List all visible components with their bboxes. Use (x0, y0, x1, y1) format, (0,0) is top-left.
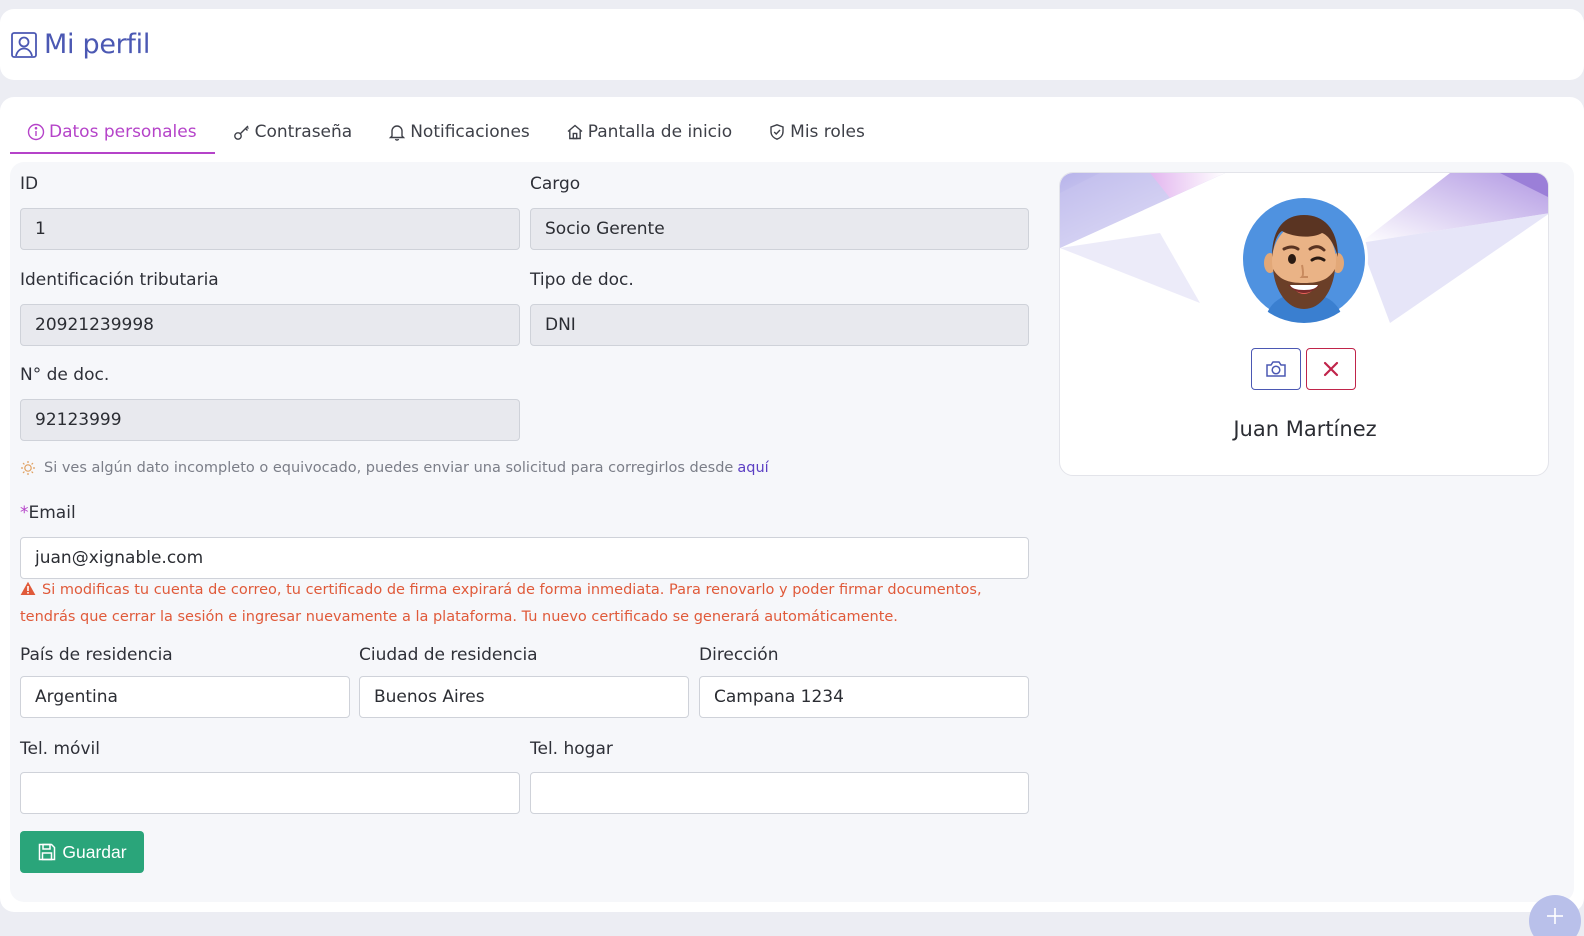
country-label: País de residencia (20, 645, 173, 665)
country-input[interactable] (20, 676, 350, 718)
address-label: Dirección (699, 645, 779, 665)
doc-type-field: DNI (530, 304, 1029, 346)
id-label: ID (20, 174, 39, 194)
doc-type-label: Tipo de doc. (530, 270, 634, 290)
doc-number-field: 92123999 (20, 399, 520, 441)
profile-name: Juan Martínez (1233, 417, 1377, 441)
hint-text: Si ves algún dato incompleto o equivocad… (44, 460, 734, 476)
warning-triangle-icon (20, 580, 36, 605)
mobile-input[interactable] (20, 772, 520, 814)
tab-label: Notificaciones (410, 121, 530, 142)
email-label-text: Email (28, 503, 76, 523)
tab-datos-personales[interactable]: Datos personales (10, 111, 215, 154)
profile-main-card: Datos personales Contraseña Notificacion… (0, 97, 1584, 912)
city-label: Ciudad de residencia (359, 645, 538, 665)
user-square-icon (10, 31, 38, 59)
shield-check-icon (768, 123, 786, 141)
home-phone-input[interactable] (530, 772, 1029, 814)
email-label: *Email (20, 503, 76, 523)
home-icon (566, 123, 584, 141)
floppy-disk-icon (37, 842, 57, 862)
save-button[interactable]: Guardar (20, 831, 144, 873)
correction-hint: Si ves algún dato incompleto o equivocad… (20, 460, 769, 476)
avatar (1240, 195, 1368, 323)
address-input[interactable] (699, 676, 1029, 718)
tab-label: Pantalla de inicio (587, 121, 733, 142)
page-header: Mi perfil (0, 9, 1584, 80)
tax-id-field: 20921239998 (20, 304, 520, 346)
doc-number-label: N° de doc. (20, 365, 110, 385)
cargo-label: Cargo (530, 174, 581, 194)
change-photo-button[interactable] (1251, 348, 1301, 390)
tab-label: Datos personales (49, 121, 197, 142)
city-input[interactable] (359, 676, 689, 718)
personal-data-form: ID 1 Cargo Socio Gerente Identificación … (10, 162, 1574, 902)
tab-notificaciones[interactable]: Notificaciones (370, 111, 548, 154)
cargo-field: Socio Gerente (530, 208, 1029, 250)
info-circle-icon (27, 123, 45, 141)
close-icon (1322, 360, 1340, 378)
email-warning: Si modificas tu cuenta de correo, tu cer… (20, 578, 1020, 630)
profile-tabs: Datos personales Contraseña Notificacion… (10, 111, 883, 154)
bell-icon (388, 123, 406, 141)
email-warning-text: Si modificas tu cuenta de correo, tu cer… (20, 582, 982, 625)
page-title: Mi perfil (44, 29, 151, 60)
mobile-label: Tel. móvil (20, 739, 100, 759)
tax-id-label: Identificación tributaria (20, 270, 219, 290)
camera-icon (1265, 359, 1287, 379)
save-button-label: Guardar (62, 841, 127, 862)
lightbulb-icon (20, 460, 36, 476)
tab-mis-roles[interactable]: Mis roles (750, 111, 883, 154)
tab-pantalla-de-inicio[interactable]: Pantalla de inicio (548, 111, 750, 154)
remove-photo-button[interactable] (1306, 348, 1356, 390)
email-input[interactable] (20, 537, 1029, 579)
home-phone-label: Tel. hogar (530, 739, 613, 759)
id-field: 1 (20, 208, 520, 250)
plus-icon (1545, 906, 1565, 926)
tab-label: Mis roles (790, 121, 865, 142)
key-icon (233, 123, 251, 141)
tab-label: Contraseña (254, 121, 353, 142)
correction-request-link[interactable]: aquí (737, 460, 768, 476)
required-mark: * (20, 503, 29, 523)
tab-contrasena[interactable]: Contraseña (215, 111, 371, 154)
profile-card: Juan Martínez (1059, 172, 1549, 476)
